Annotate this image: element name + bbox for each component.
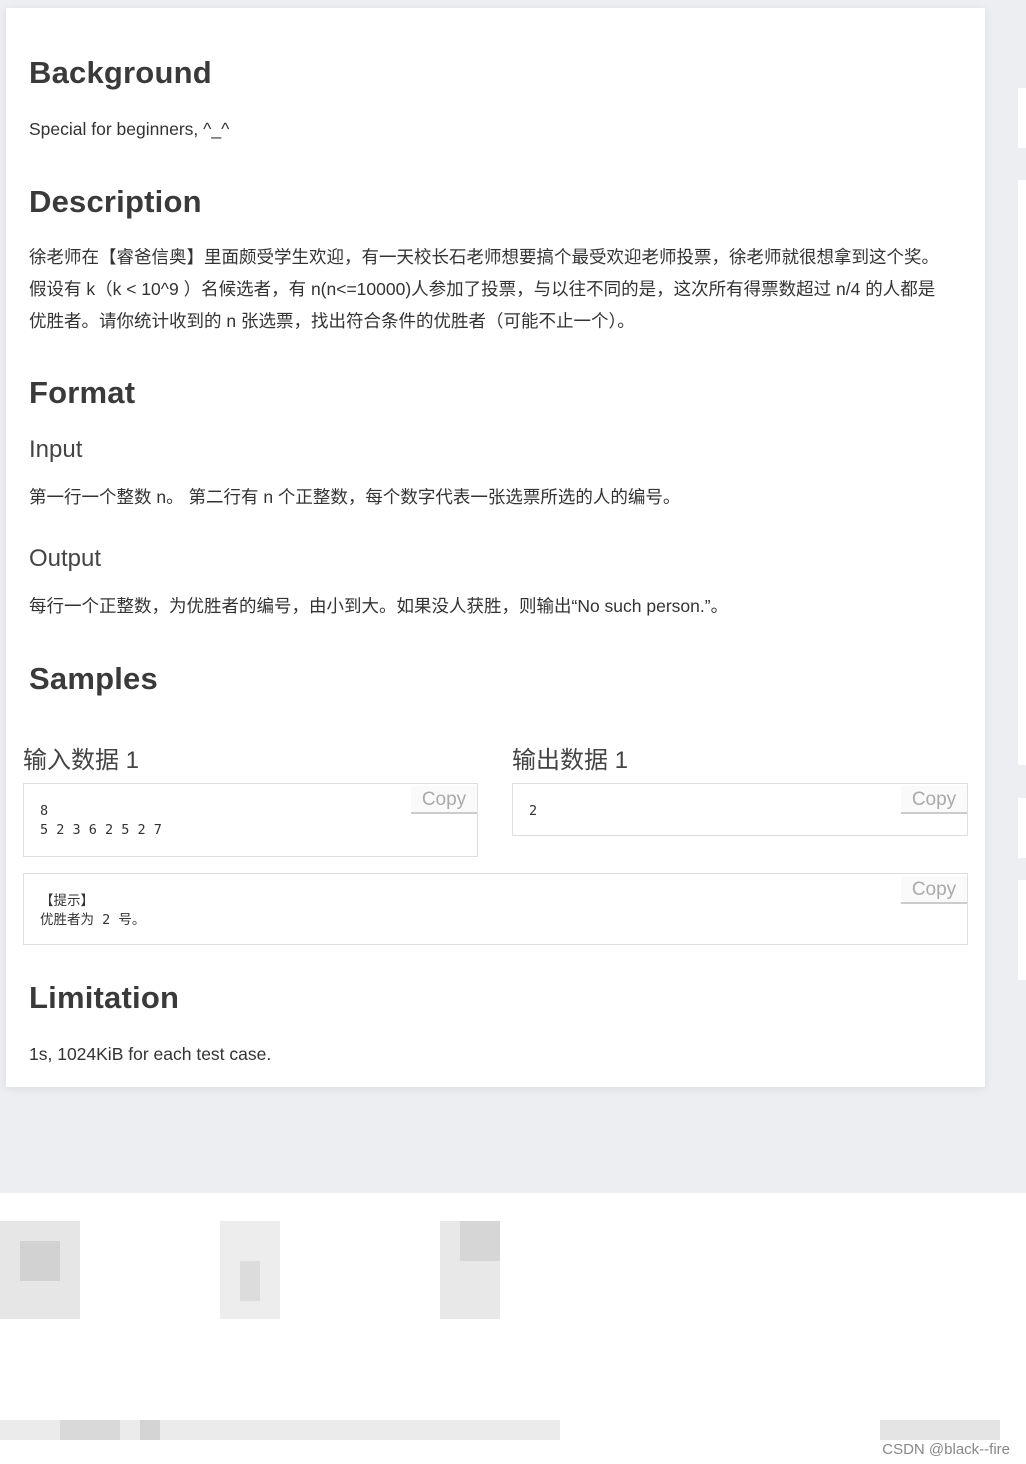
watermark-text: CSDN @black--fire	[882, 1441, 1010, 1458]
input-heading: Input	[29, 436, 83, 463]
sample-input-label: 输入数据 1	[23, 747, 140, 774]
description-line-2: 假设有 k（k < 10^9 ）名候选者，有 n(n<=10000)人参加了投票…	[29, 279, 936, 299]
side-panel-fragment	[1018, 88, 1026, 148]
pixelated-block	[880, 1420, 1000, 1440]
sample-output-label: 输出数据 1	[512, 747, 629, 774]
blurred-footer-area: CSDN @black--fire	[0, 1193, 1026, 1464]
background-heading: Background	[29, 55, 212, 90]
description-line-1: 徐老师在【睿爸信奥】里面颇受学生欢迎，有一天校长石老师想要搞个最受欢迎老师投票，…	[29, 247, 939, 267]
problem-card: Background Special for beginners, ^_^ De…	[6, 8, 985, 1087]
pixelated-block	[240, 1261, 260, 1301]
sample-input-box: 8 5 2 3 6 2 5 2 7 Copy	[23, 783, 478, 857]
output-text: 每行一个正整数，为优胜者的编号，由小到大。如果没人获胜，则输出“No such …	[29, 596, 729, 616]
format-heading: Format	[29, 375, 136, 410]
output-heading: Output	[29, 545, 102, 572]
description-heading: Description	[29, 184, 202, 219]
side-panel-fragment	[1018, 180, 1026, 765]
sample-output-data: 2	[529, 803, 538, 819]
side-panel-fragment	[1018, 798, 1026, 858]
description-line-3: 优胜者。请你统计收到的 n 张选票，找出符合条件的优胜者（可能不止一个）。	[29, 311, 635, 331]
limitation-heading: Limitation	[29, 980, 180, 1015]
pixelated-block	[20, 1241, 60, 1281]
copy-input-button[interactable]: Copy	[411, 786, 477, 814]
pixelated-block	[60, 1420, 120, 1440]
limitation-text: 1s, 1024KiB for each test case.	[29, 1044, 272, 1064]
input-text: 第一行一个整数 n。 第二行有 n 个正整数，每个数字代表一张选票所选的人的编号…	[29, 487, 681, 507]
background-text: Special for beginners, ^_^	[29, 119, 230, 139]
hint-box: 【提示】 优胜者为 2 号。 Copy	[23, 873, 968, 945]
samples-heading: Samples	[29, 661, 158, 696]
copy-hint-button[interactable]: Copy	[901, 876, 967, 904]
hint-text: 【提示】 优胜者为 2 号。	[40, 893, 146, 928]
pixelated-block	[140, 1420, 160, 1440]
copy-output-button[interactable]: Copy	[901, 786, 967, 814]
side-panel-fragment	[1018, 880, 1026, 980]
sample-output-box: 2 Copy	[512, 783, 968, 836]
pixelated-block	[460, 1221, 500, 1261]
sample-input-data: 8 5 2 3 6 2 5 2 7	[40, 803, 162, 838]
